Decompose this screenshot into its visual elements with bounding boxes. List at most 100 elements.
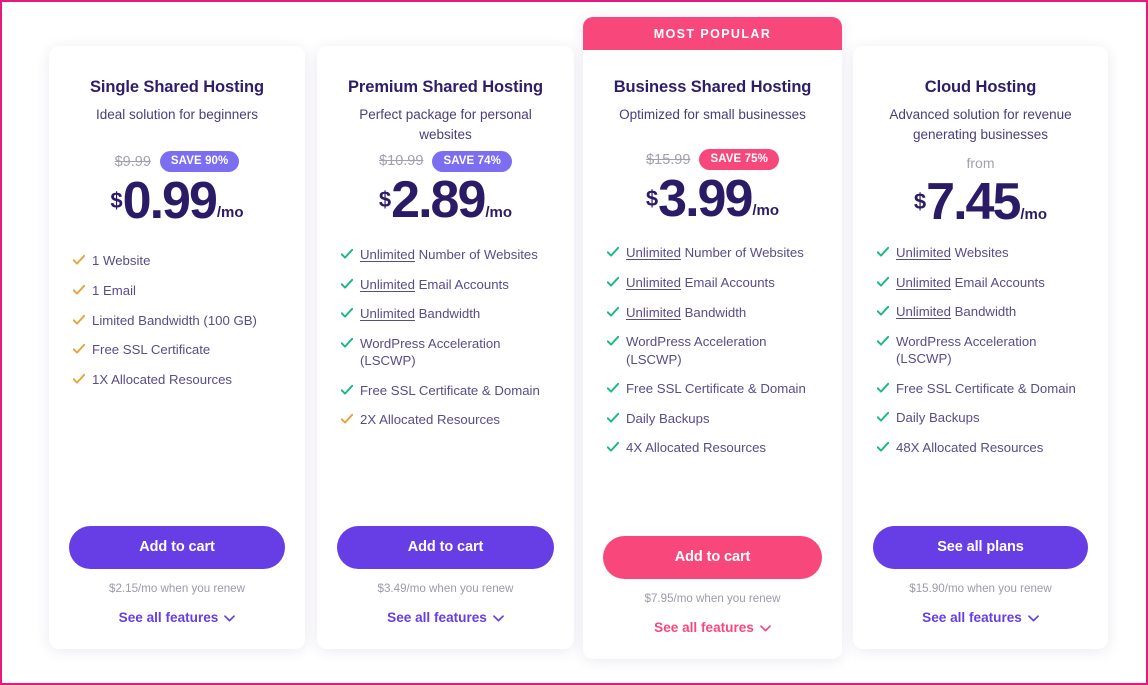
check-icon [341, 337, 353, 350]
check-icon [877, 411, 889, 424]
add-to-cart-button[interactable]: Add to cart [69, 526, 285, 569]
chevron-down-icon [224, 610, 236, 625]
chevron-down-icon [493, 610, 504, 625]
see-all-features-label: See all features [654, 620, 754, 635]
feature-highlight: Unlimited [360, 247, 415, 263]
feature-highlight: Unlimited [896, 304, 951, 320]
feature-item: WordPress Acceleration (LSCWP) [877, 333, 1088, 368]
card-header: Business Shared Hosting Optimized for sm… [583, 78, 842, 125]
check-icon [607, 306, 619, 319]
pricing-page: Single Shared Hosting Ideal solution for… [2, 2, 1146, 683]
feature-label: Unlimited Email Accounts [360, 276, 509, 292]
feature-label: WordPress Acceleration (LSCWP) [896, 333, 1037, 367]
see-all-features-label: See all features [387, 610, 487, 625]
feature-item: Unlimited Email Accounts [877, 274, 1088, 292]
feature-highlight: Unlimited [360, 276, 415, 292]
old-price: $10.99 [379, 153, 424, 170]
feature-label: 2X Allocated Resources [360, 412, 501, 428]
feature-label: Free SSL Certificate & Domain [896, 380, 1076, 396]
see-all-features-link[interactable]: See all features [922, 610, 1039, 625]
card-header: Single Shared Hosting Ideal solution for… [49, 78, 305, 125]
feature-label: Unlimited Websites [896, 245, 1009, 261]
check-icon [877, 305, 889, 318]
feature-label: Unlimited Email Accounts [896, 274, 1045, 290]
feature-label: WordPress Acceleration (LSCWP) [626, 334, 767, 367]
plan-title: Cloud Hosting [924, 78, 1037, 96]
see-all-features-label: See all features [922, 610, 1022, 625]
check-icon [341, 413, 353, 426]
card-header: Cloud Hosting Advanced solution for reve… [853, 78, 1108, 144]
check-icon [877, 335, 889, 348]
price-amount: 3.99 [658, 169, 753, 228]
currency-symbol: $ [378, 187, 392, 213]
feature-item: Unlimited Number of Websites [607, 244, 822, 262]
see-all-plans-button[interactable]: See all plans [873, 526, 1088, 569]
price-amount: 0.99 [122, 171, 218, 230]
see-all-features-link[interactable]: See all features [654, 620, 771, 635]
feature-label: 1 Email [92, 283, 136, 299]
see-all-features-link[interactable]: See all features [387, 610, 504, 625]
feature-item: 2X Allocated Resources [341, 411, 554, 429]
check-icon [877, 246, 889, 259]
renewal-note: $7.95/mo when you renew [644, 592, 781, 605]
price-period: /mo [1020, 206, 1048, 224]
card-footer: See all plans $15.90/mo when you renew S… [853, 526, 1108, 649]
pricing-card-premium-shared-hosting: Premium Shared Hosting Perfect package f… [317, 46, 574, 649]
add-to-cart-button[interactable]: Add to cart [337, 526, 554, 569]
feature-list: Unlimited Number of Websites Unlimited Em… [317, 246, 574, 441]
feature-label: 48X Allocated Resources [896, 439, 1044, 455]
feature-item: Unlimited Email Accounts [607, 274, 822, 292]
add-to-cart-button[interactable]: Add to cart [603, 536, 822, 579]
currency-symbol: $ [110, 187, 123, 213]
plan-subtitle: Optimized for small businesses [619, 107, 806, 122]
currency-symbol: $ [645, 185, 659, 211]
plan-title: Business Shared Hosting [613, 78, 812, 96]
renewal-note: $3.49/mo when you renew [377, 582, 514, 595]
card-footer: Add to cart $3.49/mo when you renew See … [317, 526, 574, 649]
feature-label: Free SSL Certificate & Domain [360, 382, 540, 398]
current-price: $ 0.99 /mo [49, 171, 305, 230]
feature-label: Unlimited Bandwidth [896, 304, 1017, 320]
old-price: $9.99 [114, 153, 151, 170]
current-price: $ 3.99 /mo [583, 169, 842, 228]
feature-label: Unlimited Email Accounts [626, 275, 775, 291]
price-period: /mo [752, 202, 780, 220]
most-popular-ribbon: MOST POPULAR [583, 17, 842, 50]
feature-label: Free SSL Certificate & Domain [626, 381, 806, 397]
feature-label: Daily Backups [896, 410, 980, 426]
feature-item: Limited Bandwidth (100 GB) [73, 312, 285, 330]
pricing-card-single-shared-hosting: Single Shared Hosting Ideal solution for… [49, 46, 305, 649]
plan-subtitle: Advanced solution for revenue generating… [889, 107, 1072, 142]
feature-label: 4X Allocated Resources [626, 440, 767, 456]
feature-item: Unlimited Bandwidth [877, 303, 1088, 321]
check-icon [73, 373, 85, 386]
check-icon [341, 384, 353, 397]
renewal-note: $15.90/mo when you renew [909, 582, 1052, 595]
feature-label: Unlimited Number of Websites [360, 247, 538, 263]
feature-item: Free SSL Certificate [73, 341, 285, 359]
plan-title: Premium Shared Hosting [348, 78, 543, 96]
price-block: from $ 7.45 /mo [853, 150, 1108, 228]
see-all-features-link[interactable]: See all features [119, 610, 236, 625]
see-all-features-label: See all features [118, 610, 219, 625]
current-price: $ 2.89 /mo [317, 171, 574, 230]
currency-symbol: $ [913, 189, 927, 215]
feature-item: Daily Backups [877, 409, 1088, 427]
feature-label: Unlimited Bandwidth [626, 304, 747, 320]
feature-highlight: Unlimited [360, 306, 415, 322]
feature-item: Unlimited Websites [877, 244, 1088, 262]
price-block: $15.99 SAVE 75% $ 3.99 /mo [583, 147, 842, 225]
price-amount: 2.89 [391, 171, 486, 230]
chevron-down-icon [760, 620, 771, 635]
feature-label: Daily Backups [626, 410, 710, 426]
price-block: $10.99 SAVE 74% $ 2.89 /mo [317, 148, 574, 226]
feature-item: Unlimited Email Accounts [341, 276, 554, 294]
plan-title: Single Shared Hosting [90, 78, 264, 96]
feature-highlight: Unlimited [896, 274, 951, 290]
feature-item: Unlimited Bandwidth [607, 304, 822, 322]
check-icon [877, 276, 889, 289]
old-price-row: $9.99 SAVE 90% [49, 149, 305, 175]
check-icon [341, 248, 353, 261]
feature-highlight: Unlimited [626, 245, 681, 261]
old-price: $15.99 [646, 151, 691, 168]
